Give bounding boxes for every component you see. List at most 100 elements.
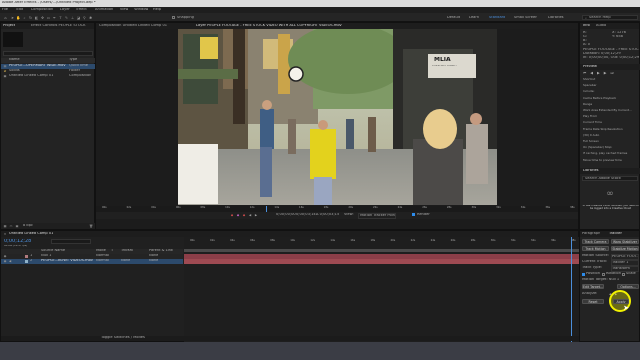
tab-project[interactable]: Project <box>3 24 15 28</box>
tab-info[interactable]: Info <box>583 24 590 28</box>
rotation-checkbox[interactable] <box>602 273 605 276</box>
tab-tracker[interactable]: Tracker <box>609 232 622 236</box>
brush-tool-icon[interactable]: ✎ <box>64 15 69 20</box>
video-frame[interactable]: MLIA CHESTNUT STREET <box>178 29 497 205</box>
track-camera-button[interactable]: Track Camera <box>582 239 609 244</box>
last-frame-icon[interactable]: ⏭ <box>611 71 614 76</box>
prev-frame-icon[interactable]: ◀ <box>590 71 593 76</box>
preview-setting-row[interactable]: Play From <box>583 115 639 118</box>
track-motion-button[interactable]: Track Motion <box>582 246 609 251</box>
keyframe-marker-icon[interactable]: ◆ <box>242 213 246 217</box>
interpret-footage-icon[interactable]: ▦ <box>3 224 7 228</box>
audio-speaker-icon[interactable]: ◀ <box>8 259 12 263</box>
column-type[interactable]: Type <box>69 58 77 62</box>
table-row[interactable]: ◉ ◀ 2 PEOPLE...BOWT VIDEOS.mov Normal No… <box>1 259 183 264</box>
play-icon[interactable]: ▶ <box>597 71 600 76</box>
tab-audio[interactable]: Audio <box>596 24 606 28</box>
work-area-bar[interactable] <box>184 249 579 252</box>
out-timecode[interactable]: 0;00;03;14 <box>296 213 316 217</box>
project-search-field[interactable] <box>3 51 93 56</box>
preview-setting-row[interactable]: Frame Rate Skip Resolution <box>583 128 639 131</box>
preview-setting-row[interactable]: Shortcut <box>583 78 639 81</box>
menu-item-animation[interactable]: Animation <box>95 8 113 12</box>
next-frame-icon[interactable]: ▶ <box>604 71 607 76</box>
duration-timecode[interactable]: Δ 0;00;03;15 <box>316 213 339 217</box>
preview-setting-row[interactable]: Work Area Extended By Current... <box>583 109 639 112</box>
column-mode[interactable]: Mode <box>96 249 106 253</box>
roto-brush-tool-icon[interactable]: ⚲ <box>82 15 87 20</box>
position-checkbox[interactable] <box>582 273 585 276</box>
timeline-track-area[interactable]: 00s 02s 04s 06s 08s 10s 12s 14s 16s 18s 20s 22s 24s 2… <box>184 237 579 343</box>
bit-depth[interactable]: 8 bpc <box>23 224 33 228</box>
new-composition-icon[interactable]: ▣ <box>15 224 19 228</box>
puppet-tool-icon[interactable]: ✱ <box>88 15 93 20</box>
camera-tool-icon[interactable]: ◧ <box>34 15 39 20</box>
layer-mode[interactable]: Normal <box>96 259 109 263</box>
play-icon[interactable]: ▶ <box>254 213 258 217</box>
layer-parent[interactable]: None <box>149 259 158 263</box>
workspace-small-screen[interactable]: Small Screen <box>514 16 537 20</box>
preview-setting-row[interactable]: Current Time <box>583 121 639 124</box>
layer-parent[interactable]: None <box>149 254 158 258</box>
first-frame-icon[interactable]: ⏮ <box>583 71 586 76</box>
preview-setting-row[interactable]: (30) 0 Auto <box>583 134 639 137</box>
workspace-standard[interactable]: Standard <box>489 16 505 20</box>
snapping-checkbox[interactable] <box>172 16 175 19</box>
menu-item-help[interactable]: Help <box>153 8 161 12</box>
render-checkbox[interactable] <box>412 213 415 216</box>
menu-item-composition[interactable]: Composition <box>31 8 53 12</box>
layer-mode[interactable]: Normal <box>96 254 109 258</box>
home-icon[interactable]: ⌂ <box>3 15 8 20</box>
preview-setting-row[interactable]: Cache Before Playback <box>583 97 639 100</box>
column-name[interactable]: Name <box>9 58 20 62</box>
libraries-search-field[interactable]: Search Adobe Stock <box>582 176 638 181</box>
column-t[interactable]: T <box>111 249 113 253</box>
rotate-tool-icon[interactable]: ↻ <box>28 15 33 20</box>
scale-checkbox[interactable] <box>622 273 625 276</box>
menu-item-file[interactable]: File <box>2 8 8 12</box>
layer-bar-footage[interactable] <box>184 259 579 264</box>
layer-trkmat[interactable]: None <box>121 259 130 263</box>
hand-tool-icon[interactable]: ✋ <box>16 15 21 20</box>
zoom-tool-icon[interactable]: ⌕ <box>22 15 27 20</box>
warp-stabilizer-button[interactable]: Warp Stabilizer <box>611 239 639 244</box>
in-timecode[interactable]: 0;00;00;00 <box>276 213 296 217</box>
toggle-switches-modes[interactable]: Toggle Switches / Modes <box>101 336 145 340</box>
rectangle-tool-icon[interactable]: ▭ <box>46 15 51 20</box>
workspace-libraries[interactable]: Libraries <box>548 16 564 20</box>
label-color-swatch[interactable] <box>25 260 28 263</box>
pan-behind-tool-icon[interactable]: ✥ <box>40 15 45 20</box>
workspace-default[interactable]: Default <box>447 16 460 20</box>
preview-setting-row[interactable]: On (Spacebar) Stop: <box>583 146 639 149</box>
pen-tool-icon[interactable]: ✒ <box>52 15 57 20</box>
preview-setting-row[interactable]: Range <box>583 103 639 106</box>
timeline-ruler[interactable]: 00s 02s 04s 06s 08s 10s 12s 14s 16s 18s 20s 22s 24s 2… <box>184 239 579 247</box>
clone-stamp-tool-icon[interactable]: ⊥ <box>70 15 75 20</box>
preview-setting-row[interactable]: If caching, play cached frames <box>583 152 639 155</box>
type-tool-icon[interactable]: T <box>58 15 63 20</box>
trash-icon[interactable]: 🗑 <box>89 224 93 228</box>
menu-item-view[interactable]: View <box>120 8 129 12</box>
selection-tool-icon[interactable]: ➤ <box>10 15 15 20</box>
current-timecode[interactable]: 0;00;12;28 <box>4 239 31 245</box>
preview-setting-row[interactable]: Move time to preview time <box>583 159 639 162</box>
tab-layer[interactable]: Layer PEOPLE FOOTAGE - FREE STOCK VIDEO … <box>196 24 361 28</box>
layer-name[interactable]: PEOPLE...BOWT VIDEOS.mov <box>41 259 93 263</box>
visibility-eye-icon[interactable]: ◉ <box>3 254 7 258</box>
tab-composition[interactable]: Composition Untitled Linked Comp 01 <box>99 24 174 28</box>
menu-item-window[interactable]: Window <box>134 8 148 12</box>
search-help-field[interactable]: ⌕ Search Help <box>582 15 638 20</box>
options-button[interactable]: Options... <box>617 284 639 289</box>
view-dropdown[interactable]: Motion Tracker Points <box>358 213 396 219</box>
close-icon[interactable]: ✕ <box>3 232 7 236</box>
preview-setting-row[interactable]: Full Screen <box>583 140 639 143</box>
column-parent[interactable]: Parent & Link <box>149 249 173 253</box>
tab-preview[interactable]: Preview <box>583 65 597 69</box>
visibility-eye-icon[interactable]: ◉ <box>3 259 7 263</box>
stabilize-motion-button[interactable]: Stabilize Motion <box>611 246 639 251</box>
keyframe-marker-icon[interactable]: ◆ <box>236 213 240 217</box>
tab-paragraph[interactable]: Paragraph <box>582 232 600 236</box>
label-color-swatch[interactable] <box>25 255 28 258</box>
preview-setting-row[interactable]: Include: <box>583 90 639 93</box>
menu-item-layer[interactable]: Layer <box>60 8 70 12</box>
